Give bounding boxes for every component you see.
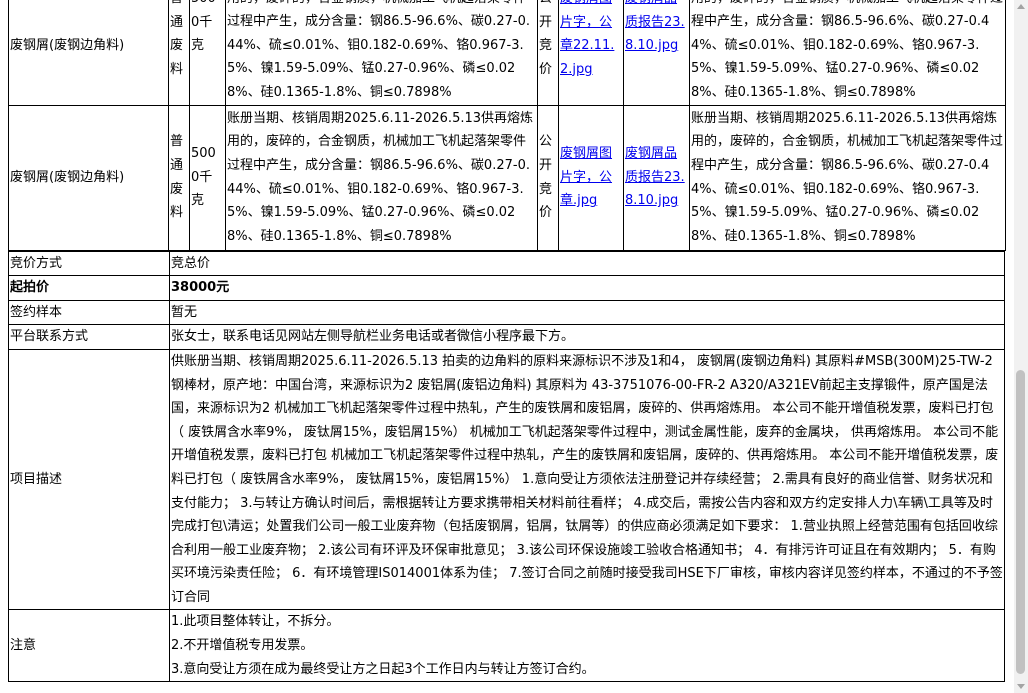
info-row-bid-method: 竞价方式 竞总价 bbox=[8, 250, 1005, 277]
item-name: 废钢屑(废钢边角料) bbox=[8, 0, 169, 106]
start-price-label: 起拍价 bbox=[8, 275, 170, 301]
item-quantity: 5000千克 bbox=[189, 104, 226, 251]
contact-value: 张女士，联系电话见网站左侧导航栏业务电话或者微信小程序最下方。 bbox=[169, 324, 1005, 350]
item-row-1: 废钢屑(废钢边角料) 普通废料 5000千克 账册当期、核销周期2025.6.1… bbox=[8, 0, 1006, 106]
items-table: 废钢屑(废钢边角料) 普通废料 5000千克 账册当期、核销周期2025.6.1… bbox=[8, 0, 1006, 251]
item-name: 废钢屑(废钢边角料) bbox=[8, 104, 169, 251]
item-quantity: 5000千克 bbox=[189, 0, 226, 106]
notice-item: 3.意向受让方须在成为最终受让方之日起3个工作日内与转让方签订合约。 bbox=[171, 661, 595, 677]
info-table: 竞价方式 竞总价 起拍价 38000元 签约样本 暂无 平台联系方式 张女士，联… bbox=[8, 250, 1005, 683]
contract-value: 暂无 bbox=[169, 299, 1005, 326]
notice-item: 2.不开增值税专用发票。 bbox=[171, 638, 314, 654]
item-report-link[interactable]: 废钢屑品质报告23.8.10.jpg bbox=[625, 0, 685, 53]
project-description: 供账册当期、核销周期2025.6.11-2026.5.13 拍卖的边角料的原料来… bbox=[169, 348, 1005, 611]
info-row-notice: 注意 1.此项目整体转让，不拆分。 2.不开增值税专用发票。 3.意向受让方须在… bbox=[8, 609, 1005, 683]
bid-method-value: 竞总价 bbox=[169, 250, 1005, 277]
vertical-scrollbar[interactable] bbox=[1014, 0, 1028, 693]
item-row-2: 废钢屑(废钢边角料) 普通废料 5000千克 账册当期、核销周期2025.6.1… bbox=[8, 104, 1006, 251]
item-category: 普通废料 bbox=[168, 104, 190, 251]
contract-label: 签约样本 bbox=[8, 299, 170, 326]
item-method: 公开竞价 bbox=[537, 104, 559, 251]
notice-list: 1.此项目整体转让，不拆分。 2.不开增值税专用发票。 3.意向受让方须在成为最… bbox=[169, 609, 1005, 683]
item-report-cell: 废钢屑品质报告23.8.10.jpg bbox=[623, 0, 690, 106]
notice-label: 注意 bbox=[8, 609, 170, 683]
item-image-link[interactable]: 废钢屑图片字，公章.jpg bbox=[560, 146, 612, 208]
item-image-cell: 废钢屑图片字，公章22.11.2.jpg bbox=[558, 0, 624, 106]
item-remark-text: 账册当期、核销周期2025.6.11-2026.5.13供再熔炼用的，废碎的，合… bbox=[691, 0, 1003, 100]
item-remark: 账册当期、核销周期2025.6.11-2026.5.13供再熔炼用的，废碎的，合… bbox=[689, 104, 1006, 251]
item-report-link[interactable]: 废钢屑品质报告23.8.10.jpg bbox=[625, 146, 685, 208]
info-row-start-price: 起拍价 38000元 bbox=[8, 275, 1005, 301]
info-row-contract: 签约样本 暂无 bbox=[8, 299, 1005, 326]
item-report-cell: 废钢屑品质报告23.8.10.jpg bbox=[623, 104, 690, 251]
item-remark: 账册当期、核销周期2025.6.11-2026.5.13供再熔炼用的，废碎的，合… bbox=[689, 0, 1006, 106]
project-label: 项目描述 bbox=[8, 348, 170, 611]
start-price-value: 38000元 bbox=[169, 275, 1005, 301]
page-content: 废钢屑(废钢边角料) 普通废料 5000千克 账册当期、核销周期2025.6.1… bbox=[8, 0, 1006, 683]
item-description: 账册当期、核销周期2025.6.11-2026.5.13供再熔炼用的，废碎的，合… bbox=[225, 0, 538, 106]
scrollbar-thumb[interactable] bbox=[1016, 370, 1025, 674]
item-description-text: 账册当期、核销周期2025.6.11-2026.5.13供再熔炼用的，废碎的，合… bbox=[227, 0, 530, 100]
info-row-project: 项目描述 供账册当期、核销周期2025.6.11-2026.5.13 拍卖的边角… bbox=[8, 348, 1005, 611]
bid-method-label: 竞价方式 bbox=[8, 250, 170, 277]
notice-item: 1.此项目整体转让，不拆分。 bbox=[171, 614, 340, 630]
item-category: 普通废料 bbox=[168, 0, 190, 106]
scroll-down-arrow-icon[interactable] bbox=[1014, 679, 1028, 693]
item-description: 账册当期、核销周期2025.6.11-2026.5.13供再熔炼用的，废碎的，合… bbox=[225, 104, 538, 251]
item-image-cell: 废钢屑图片字，公章.jpg bbox=[558, 104, 624, 251]
item-method: 公开竞价 bbox=[537, 0, 559, 106]
item-image-link[interactable]: 废钢屑图片字，公章22.11.2.jpg bbox=[560, 0, 614, 77]
scroll-up-arrow-icon[interactable] bbox=[1014, 0, 1028, 14]
contact-label: 平台联系方式 bbox=[8, 324, 170, 350]
page-viewport: 废钢屑(废钢边角料) 普通废料 5000千克 账册当期、核销周期2025.6.1… bbox=[0, 0, 1014, 693]
info-row-contact: 平台联系方式 张女士，联系电话见网站左侧导航栏业务电话或者微信小程序最下方。 bbox=[8, 324, 1005, 350]
